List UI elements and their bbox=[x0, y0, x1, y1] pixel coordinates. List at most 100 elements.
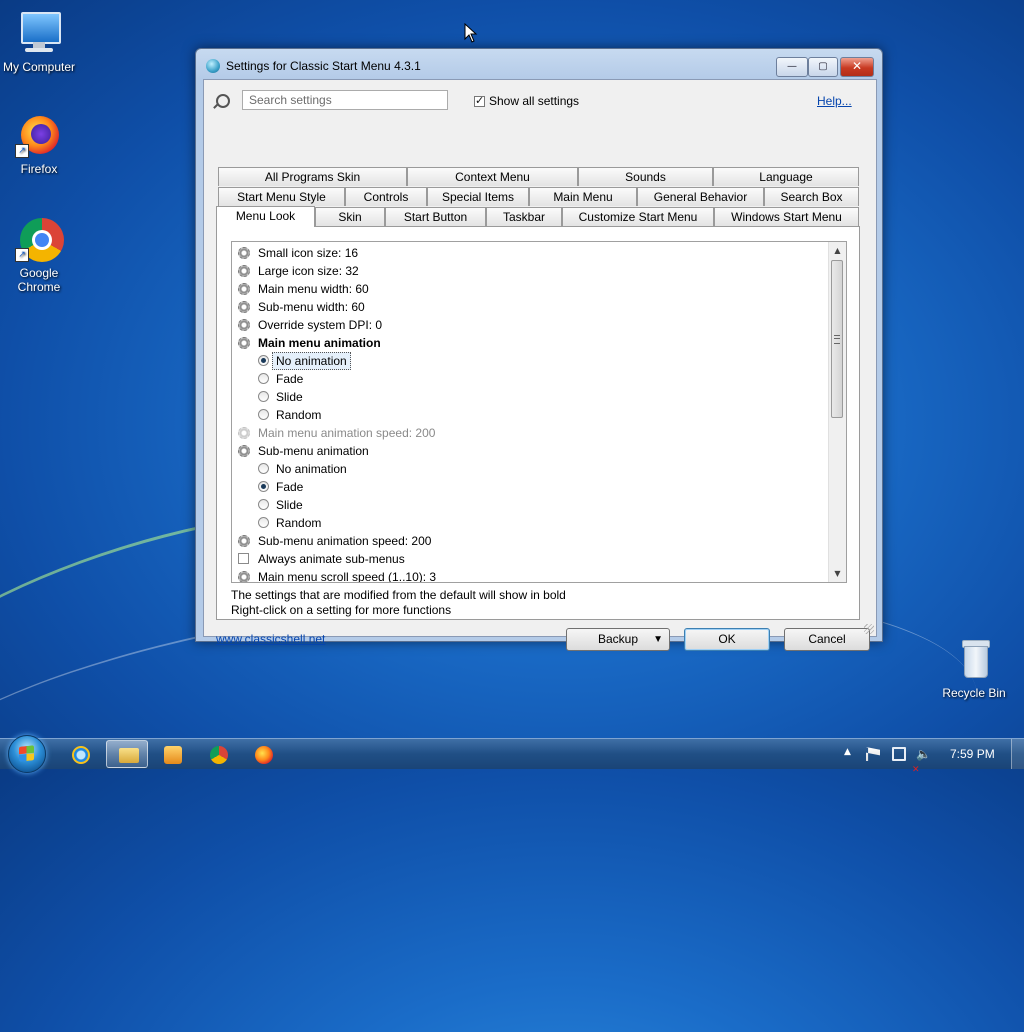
setting-label: Always animate sub-menus bbox=[258, 552, 405, 566]
minimize-button[interactable]: — bbox=[776, 57, 808, 77]
dropdown-arrow-icon: ▼ bbox=[653, 634, 663, 645]
taskbar-clock[interactable]: 7:59 PM bbox=[950, 747, 995, 761]
vertical-scrollbar[interactable]: ▲ ▼ bbox=[828, 242, 846, 582]
setting-label: Main menu scroll speed (1..10): 3 bbox=[258, 570, 437, 583]
search-input[interactable] bbox=[242, 90, 448, 110]
ok-button[interactable]: OK bbox=[684, 628, 770, 651]
scroll-down-arrow-icon[interactable]: ▼ bbox=[829, 565, 846, 582]
radio-unselected-icon[interactable] bbox=[258, 517, 269, 528]
volume-muted-icon[interactable]: 🔈✕ bbox=[912, 747, 931, 775]
radio-unselected-icon[interactable] bbox=[258, 409, 269, 420]
computer-icon bbox=[15, 10, 63, 58]
tab-menu-look[interactable]: Menu Look bbox=[216, 206, 315, 227]
close-button[interactable]: ✕ bbox=[840, 57, 874, 77]
tab-sounds[interactable]: Sounds bbox=[578, 167, 713, 186]
tab-all-programs-skin[interactable]: All Programs Skin bbox=[218, 167, 407, 186]
cancel-button[interactable]: Cancel bbox=[784, 628, 870, 651]
setting-label: No animation bbox=[272, 352, 351, 370]
desktop-icon-my-computer[interactable]: My Computer bbox=[0, 10, 81, 74]
window-title: Settings for Classic Start Menu 4.3.1 bbox=[226, 59, 421, 73]
tab-context-menu[interactable]: Context Menu bbox=[407, 167, 578, 186]
radio-unselected-icon[interactable] bbox=[258, 463, 269, 474]
taskbar-media-player[interactable] bbox=[152, 740, 194, 768]
resize-grip-icon[interactable] bbox=[864, 624, 874, 634]
chrome-icon bbox=[210, 746, 228, 764]
title-bar[interactable]: Settings for Classic Start Menu 4.3.1 — … bbox=[196, 49, 882, 83]
desktop-icon-label: Recycle Bin bbox=[942, 686, 1006, 700]
hint-bold-settings: The settings that are modified from the … bbox=[231, 588, 566, 602]
radio-unselected-icon[interactable] bbox=[258, 373, 269, 384]
checkbox-unchecked-icon[interactable] bbox=[238, 553, 249, 564]
recycle-bin-icon bbox=[950, 636, 998, 684]
setting-gear-icon bbox=[238, 571, 250, 582]
dialog-client-area: Show all settings Help... All Programs S… bbox=[203, 79, 877, 651]
tab-language[interactable]: Language bbox=[713, 167, 859, 186]
scroll-up-arrow-icon[interactable]: ▲ bbox=[829, 242, 846, 259]
tab-general-behavior[interactable]: General Behavior bbox=[637, 187, 764, 206]
tab-windows-start-menu[interactable]: Windows Start Menu bbox=[714, 207, 859, 226]
setting-label: Small icon size: 16 bbox=[258, 246, 359, 260]
taskbar-internet-explorer[interactable] bbox=[60, 740, 102, 768]
network-icon[interactable] bbox=[892, 747, 906, 761]
windows-logo-icon bbox=[19, 745, 34, 762]
setting-label: Large icon size: 32 bbox=[258, 264, 359, 278]
action-center-flag-icon[interactable] bbox=[866, 747, 880, 761]
setting-gear-icon bbox=[238, 319, 250, 331]
settings-tree-list[interactable]: ▲ ▼ Small icon size: 16 Large icon size: … bbox=[231, 241, 847, 583]
start-button[interactable] bbox=[8, 735, 46, 773]
tab-special-items[interactable]: Special Items bbox=[427, 187, 529, 206]
setting-label: Sub-menu animation bbox=[258, 444, 369, 458]
menu-look-tab-panel: ▲ ▼ Small icon size: 16 Large icon size: … bbox=[216, 226, 860, 620]
settings-window: Settings for Classic Start Menu 4.3.1 — … bbox=[195, 48, 883, 651]
radio-selected-icon[interactable] bbox=[258, 355, 269, 366]
setting-gear-icon bbox=[238, 427, 250, 439]
firefox-icon bbox=[255, 746, 273, 764]
maximize-button[interactable]: ▢ bbox=[808, 57, 838, 77]
show-desktop-button[interactable] bbox=[1011, 739, 1024, 769]
tab-skin[interactable]: Skin bbox=[315, 207, 385, 226]
setting-label: Fade bbox=[276, 372, 304, 386]
show-all-settings-checkbox[interactable]: Show all settings bbox=[474, 94, 579, 108]
setting-gear-icon bbox=[238, 247, 250, 259]
chrome-icon: ↗ bbox=[15, 216, 64, 264]
setting-label: Random bbox=[276, 516, 322, 530]
setting-label: Main menu animation speed: 200 bbox=[258, 426, 436, 440]
hint-right-click: Right-click on a setting for more functi… bbox=[231, 603, 452, 617]
tab-taskbar[interactable]: Taskbar bbox=[486, 207, 562, 226]
tab-customize-start-menu[interactable]: Customize Start Menu bbox=[562, 207, 714, 226]
desktop-icon-google-chrome[interactable]: ↗ Google Chrome bbox=[0, 216, 81, 294]
internet-explorer-icon bbox=[72, 746, 90, 764]
taskbar-firefox[interactable] bbox=[243, 740, 285, 768]
tab-controls[interactable]: Controls bbox=[345, 187, 427, 206]
tab-start-button[interactable]: Start Button bbox=[385, 207, 486, 226]
desktop-icon-recycle-bin[interactable]: Recycle Bin bbox=[932, 636, 1016, 700]
checkbox-checked-icon bbox=[474, 94, 485, 107]
show-hidden-icons-chevron-icon[interactable]: ▲ bbox=[844, 747, 858, 761]
backup-button[interactable]: Backup ▼ bbox=[566, 628, 670, 651]
tab-main-menu[interactable]: Main Menu bbox=[529, 187, 637, 206]
firefox-icon: ↗ bbox=[15, 112, 63, 160]
setting-label: Fade bbox=[276, 480, 304, 494]
desktop-icon-label: My Computer bbox=[2, 60, 76, 74]
desktop-icon-firefox[interactable]: ↗ Firefox bbox=[0, 112, 81, 176]
setting-label: Random bbox=[276, 408, 322, 422]
tab-search-box[interactable]: Search Box bbox=[764, 187, 859, 206]
classicshell-website-link[interactable]: www.classicshell.net bbox=[216, 632, 325, 646]
scrollbar-thumb[interactable] bbox=[831, 260, 843, 418]
taskbar-google-chrome[interactable] bbox=[198, 740, 240, 768]
setting-label: Main menu animation bbox=[258, 336, 381, 350]
radio-selected-icon[interactable] bbox=[258, 481, 269, 492]
taskbar-windows-explorer[interactable] bbox=[106, 740, 148, 768]
setting-gear-icon bbox=[238, 535, 250, 547]
tab-start-menu-style[interactable]: Start Menu Style bbox=[218, 187, 345, 206]
setting-gear-icon bbox=[238, 337, 250, 349]
media-player-icon bbox=[164, 746, 182, 764]
setting-label: Main menu width: 60 bbox=[258, 282, 369, 296]
desktop-icon-label: Firefox bbox=[20, 162, 58, 176]
radio-unselected-icon[interactable] bbox=[258, 391, 269, 402]
search-icon bbox=[216, 94, 230, 108]
classic-shell-icon bbox=[206, 59, 220, 73]
help-link[interactable]: Help... bbox=[817, 94, 852, 108]
setting-label: No animation bbox=[276, 462, 347, 476]
radio-unselected-icon[interactable] bbox=[258, 499, 269, 510]
